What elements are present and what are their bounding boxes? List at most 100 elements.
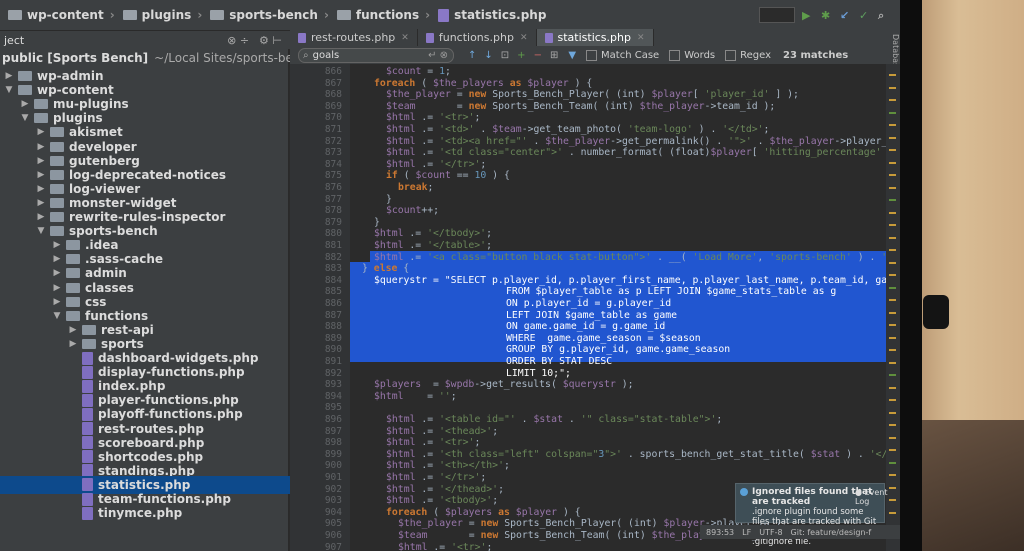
stripe-mark[interactable] bbox=[889, 124, 896, 126]
stripe-mark[interactable] bbox=[889, 86, 896, 89]
cursor-position[interactable]: 893:53 bbox=[706, 528, 734, 537]
code-line: GROUP BY g.player_id, game.game_season bbox=[506, 344, 731, 356]
chevron-right-icon[interactable]: ▶ bbox=[36, 184, 46, 194]
chevron-right-icon[interactable]: ▶ bbox=[52, 297, 62, 307]
breadcrumb-item-functions[interactable]: functions › bbox=[336, 8, 430, 22]
project-root[interactable]: public [Sports Bench] ~/Local Sites/spor… bbox=[0, 49, 326, 67]
chevron-right-icon[interactable]: ▶ bbox=[52, 283, 62, 293]
chevron-down-icon[interactable]: ▼ bbox=[20, 113, 30, 123]
stripe-mark[interactable] bbox=[889, 349, 896, 351]
chevron-right-icon[interactable]: ▶ bbox=[36, 198, 46, 208]
line-number: 881 bbox=[324, 240, 342, 251]
stripe-mark[interactable] bbox=[889, 274, 896, 276]
stripe-mark[interactable] bbox=[889, 211, 896, 214]
filter-icon[interactable]: ▼ bbox=[568, 50, 576, 61]
run-icon[interactable]: ▶ bbox=[802, 9, 814, 22]
event-log-button[interactable]: ● Event Log bbox=[855, 488, 900, 506]
stripe-mark[interactable] bbox=[889, 224, 896, 226]
vcs-branch[interactable]: Git: feature/design-f bbox=[791, 528, 872, 537]
close-icon[interactable]: ✕ bbox=[520, 33, 528, 43]
stripe-mark[interactable] bbox=[889, 236, 896, 239]
stripe-mark[interactable] bbox=[889, 436, 896, 439]
select-all-icon[interactable]: ⊞ bbox=[550, 50, 558, 61]
stripe-mark[interactable] bbox=[889, 186, 896, 189]
stripe-mark[interactable] bbox=[889, 374, 896, 376]
code-line: $querystr = "SELECT p.player_id, p.playe… bbox=[374, 274, 886, 286]
regex-checkbox[interactable] bbox=[725, 49, 737, 61]
stripe-mark[interactable] bbox=[889, 511, 896, 514]
chevron-right-icon[interactable]: ▶ bbox=[36, 156, 46, 166]
chevron-right-icon[interactable]: ▶ bbox=[52, 268, 62, 278]
chevron-down-icon[interactable]: ▼ bbox=[52, 311, 62, 321]
stripe-mark[interactable] bbox=[889, 136, 896, 139]
breadcrumb-item-plugins[interactable]: plugins › bbox=[122, 8, 202, 22]
stripe-mark[interactable] bbox=[889, 111, 896, 114]
search-everywhere-icon[interactable]: ⌕ bbox=[878, 9, 890, 22]
stripe-mark[interactable] bbox=[889, 199, 896, 201]
match-case-checkbox[interactable] bbox=[586, 49, 598, 61]
database-side-tab[interactable]: Database bbox=[886, 34, 900, 72]
stripe-mark[interactable] bbox=[889, 411, 896, 414]
tab-functions[interactable]: functions.php ✕ bbox=[418, 29, 537, 46]
prev-match-icon[interactable]: ↑ bbox=[468, 50, 476, 61]
stripe-mark[interactable] bbox=[889, 311, 896, 314]
code-line: $html .= '</tbody>'; bbox=[374, 228, 492, 240]
vcs-commit-icon[interactable]: ✓ bbox=[859, 9, 871, 22]
find-all-icon[interactable]: ⊡ bbox=[501, 50, 509, 61]
collapse-icon[interactable]: ⊗ ÷ bbox=[227, 34, 249, 47]
code-line: $the_player = new Sports_Bench_Player( (… bbox=[386, 89, 799, 101]
stripe-mark[interactable] bbox=[889, 74, 896, 76]
clear-icon[interactable]: ↵ ⊗ bbox=[428, 50, 448, 61]
debug-icon[interactable]: ✱ bbox=[821, 9, 833, 22]
line-number: 870 bbox=[324, 112, 342, 124]
find-input[interactable]: ⌕ goals ↵ ⊗ bbox=[298, 47, 454, 63]
close-icon[interactable]: ✕ bbox=[637, 33, 645, 43]
chevron-right-icon[interactable]: ▶ bbox=[68, 339, 78, 349]
chevron-down-icon[interactable]: ▼ bbox=[36, 226, 46, 236]
stripe-mark[interactable] bbox=[889, 399, 896, 401]
stripe-mark[interactable] bbox=[889, 461, 896, 464]
tab-statistics[interactable]: statistics.php ✕ bbox=[536, 29, 654, 46]
chevron-right-icon[interactable]: ▶ bbox=[36, 170, 46, 180]
vcs-update-icon[interactable]: ↙ bbox=[840, 9, 852, 22]
tab-rest-routes[interactable]: rest-routes.php ✕ bbox=[290, 29, 418, 46]
add-occurrence-icon[interactable]: + bbox=[517, 50, 525, 61]
stripe-mark[interactable] bbox=[889, 386, 896, 389]
breadcrumb-item-sports-bench[interactable]: sports-bench › bbox=[210, 8, 329, 22]
stripe-mark[interactable] bbox=[889, 336, 896, 339]
line-separator[interactable]: LF bbox=[742, 528, 751, 537]
next-match-icon[interactable]: ↓ bbox=[484, 50, 492, 61]
gear-icon[interactable]: ⚙ ⊢ bbox=[259, 34, 282, 47]
stripe-mark[interactable] bbox=[889, 174, 896, 176]
stripe-mark[interactable] bbox=[889, 449, 896, 451]
stripe-mark[interactable] bbox=[889, 424, 896, 426]
stripe-mark[interactable] bbox=[889, 474, 896, 476]
chevron-right-icon[interactable]: ▶ bbox=[68, 325, 78, 335]
code-editor[interactable]: $count = 1; foreach ( $the_players as $pl… bbox=[350, 64, 886, 551]
stripe-mark[interactable] bbox=[889, 286, 896, 289]
chevron-right-icon[interactable]: ▶ bbox=[36, 142, 46, 152]
chevron-right-icon[interactable]: ▶ bbox=[52, 240, 62, 250]
breadcrumb-item-wp-content[interactable]: wp-content › bbox=[8, 8, 115, 22]
encoding[interactable]: UTF-8 bbox=[759, 528, 782, 537]
stripe-mark[interactable] bbox=[889, 299, 896, 301]
stripe-mark[interactable] bbox=[889, 249, 896, 251]
chevron-right-icon[interactable]: ▶ bbox=[52, 254, 62, 264]
stripe-mark[interactable] bbox=[889, 161, 896, 164]
words-checkbox[interactable] bbox=[669, 49, 681, 61]
chevron-right-icon[interactable]: ▶ bbox=[36, 212, 46, 222]
remove-occurrence-icon[interactable]: − bbox=[534, 50, 542, 61]
close-icon[interactable]: ✕ bbox=[401, 33, 409, 43]
error-stripe[interactable] bbox=[886, 64, 900, 551]
chevron-down-icon[interactable]: ▼ bbox=[4, 85, 14, 95]
chevron-right-icon[interactable]: ▶ bbox=[20, 99, 30, 109]
stripe-mark[interactable] bbox=[889, 99, 896, 101]
breadcrumb-item-statistics[interactable]: statistics.php bbox=[438, 8, 546, 22]
chevron-right-icon[interactable]: ▶ bbox=[36, 127, 46, 137]
stripe-mark[interactable] bbox=[889, 261, 896, 264]
stripe-mark[interactable] bbox=[889, 361, 896, 364]
run-config-select[interactable] bbox=[759, 7, 795, 23]
stripe-mark[interactable] bbox=[889, 324, 896, 326]
stripe-mark[interactable] bbox=[889, 149, 896, 151]
chevron-right-icon[interactable]: ▶ bbox=[4, 71, 14, 81]
